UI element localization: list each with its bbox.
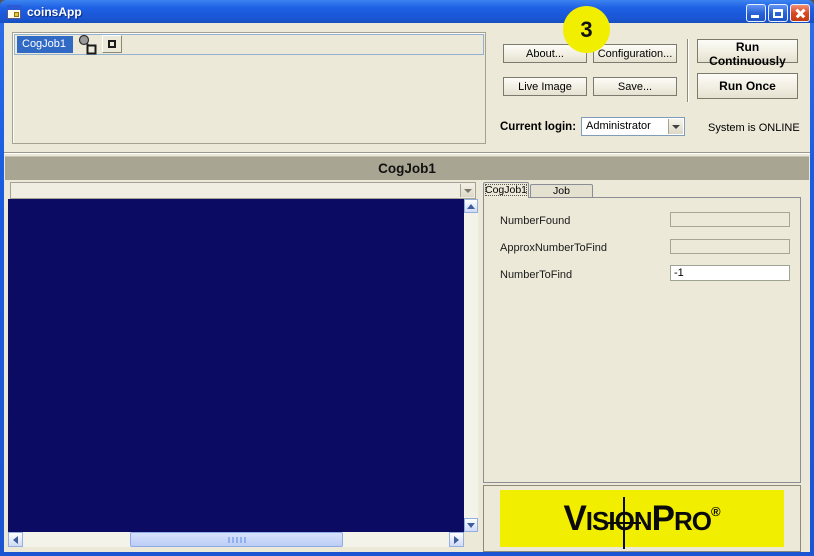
job-list-item-cogjob1[interactable]: CogJob1: [17, 36, 73, 53]
close-button[interactable]: [790, 4, 810, 22]
numberfound-label: NumberFound: [500, 215, 570, 227]
chevron-down-icon: [464, 189, 472, 193]
job-list-strip: CogJob1: [14, 34, 484, 55]
arrow-right-icon: [454, 536, 459, 544]
registered-trademark: ®: [711, 504, 721, 519]
job-placeholder-icon-button[interactable]: [102, 35, 122, 53]
scroll-up-button[interactable]: [464, 199, 478, 213]
image-source-combobox[interactable]: [10, 182, 476, 199]
scroll-right-button[interactable]: [449, 532, 464, 547]
maximize-button[interactable]: [768, 4, 788, 22]
crosshair-o-icon: O: [615, 508, 634, 534]
login-combobox-value: Administrator: [586, 120, 651, 132]
square-icon: [108, 40, 116, 48]
numberfound-input: [670, 212, 790, 227]
minimize-button[interactable]: [746, 4, 766, 22]
numbertofind-input[interactable]: [670, 265, 790, 281]
image-display-viewport[interactable]: [8, 199, 464, 532]
image-source-dropdown-button[interactable]: [460, 184, 474, 197]
live-image-button[interactable]: Live Image: [503, 77, 587, 96]
maximize-icon: [773, 9, 783, 18]
vertical-scrollbar[interactable]: [464, 199, 478, 532]
arrow-left-icon: [13, 536, 18, 544]
horizontal-scrollbar[interactable]: [8, 532, 464, 547]
tab-cogjob1[interactable]: CogJob1: [483, 182, 529, 198]
save-button[interactable]: Save...: [593, 77, 677, 96]
scroll-down-button[interactable]: [464, 518, 478, 532]
vertical-divider: [687, 39, 689, 102]
run-once-button[interactable]: Run Once: [697, 73, 798, 99]
login-combobox-dropdown-button[interactable]: [668, 119, 683, 134]
visionpro-logo-text: VISIONPRO®: [563, 501, 720, 536]
run-continuously-button[interactable]: Run Continuously: [697, 39, 798, 63]
window-title: coinsApp: [27, 5, 82, 19]
configuration-button[interactable]: Configuration...: [593, 44, 677, 63]
chevron-down-icon: [672, 125, 680, 129]
system-status-text: System is ONLINE: [708, 122, 800, 134]
job-header-title: CogJob1: [5, 156, 809, 180]
minimize-icon: [751, 15, 759, 18]
current-login-label: Current login:: [500, 121, 576, 133]
app-window: coinsApp 3 CogJob1: [0, 0, 814, 556]
visionpro-logo-panel: VISIONPRO®: [483, 485, 801, 552]
arrow-up-icon: [467, 204, 475, 209]
job-tool-link-icon: [77, 33, 101, 56]
thumb-grip-icon: [228, 537, 246, 543]
job-list-panel: CogJob1: [12, 32, 486, 144]
scroll-left-button[interactable]: [8, 532, 23, 547]
approxnumbertofind-input: [670, 239, 790, 254]
section-divider: [4, 152, 810, 154]
numbertofind-label: NumberToFind: [500, 269, 572, 281]
scrollbar-thumb[interactable]: [130, 532, 343, 547]
app-icon: [6, 4, 22, 20]
login-combobox[interactable]: Administrator: [581, 117, 685, 136]
job-parameters-panel: NumberFound ApproxNumberToFind NumberToF…: [483, 197, 801, 483]
visionpro-logo: VISIONPRO®: [500, 490, 784, 547]
arrow-down-icon: [467, 523, 475, 528]
client-area: CogJob1 About... Configuration... Live I…: [4, 23, 810, 552]
window-titlebar: coinsApp: [0, 0, 814, 23]
approxnumbertofind-label: ApproxNumberToFind: [500, 242, 607, 254]
tab-job-statistics[interactable]: Job Statistics: [530, 184, 593, 198]
annotation-badge: 3: [563, 6, 610, 53]
